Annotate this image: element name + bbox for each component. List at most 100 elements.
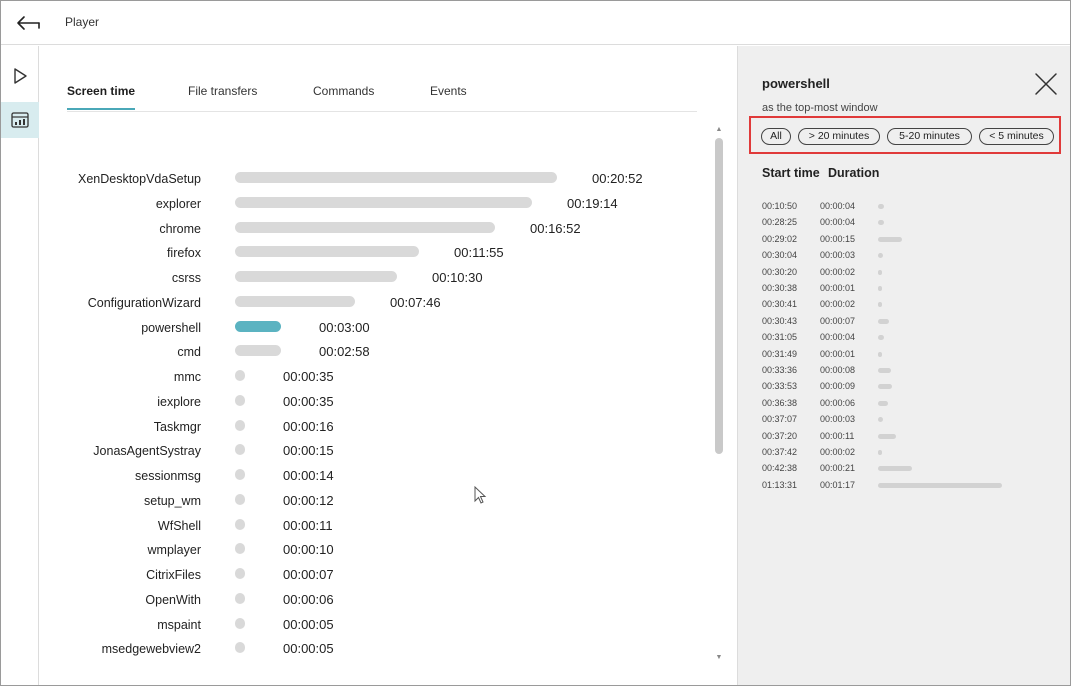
app-row[interactable]: WfShell 00:00:11 bbox=[40, 515, 712, 535]
duration-bar[interactable] bbox=[235, 370, 245, 381]
scroll-thumb[interactable] bbox=[715, 138, 723, 454]
duration-bar[interactable] bbox=[235, 221, 495, 233]
app-row[interactable]: JonasAgentSystray 00:00:15 bbox=[40, 440, 712, 460]
duration-bar[interactable] bbox=[235, 518, 245, 530]
duration-value: 00:00:12 bbox=[283, 492, 334, 508]
duration-value: 00:00:05 bbox=[283, 616, 334, 632]
record-duration: 00:00:06 bbox=[820, 397, 856, 408]
app-row[interactable]: explorer 00:19:14 bbox=[40, 193, 712, 213]
insights-icon bbox=[11, 112, 29, 128]
scroll-up-icon[interactable]: ▲ bbox=[715, 126, 723, 134]
record-row[interactable]: 00:37:42 00:00:02 bbox=[762, 447, 1062, 463]
duration-bar[interactable] bbox=[235, 172, 557, 183]
app-row[interactable]: CitrixFiles 00:00:07 bbox=[40, 564, 712, 584]
record-start-time: 00:10:50 bbox=[762, 201, 798, 211]
app-row[interactable]: sessionmsg 00:00:14 bbox=[40, 465, 712, 485]
record-row[interactable]: 00:33:36 00:00:08 bbox=[762, 365, 1062, 381]
record-duration: 00:00:15 bbox=[820, 233, 856, 244]
record-row[interactable]: 00:33:53 00:00:09 bbox=[762, 381, 1062, 397]
app-row[interactable]: iexplore 00:00:35 bbox=[40, 391, 712, 411]
app-row[interactable]: mspaint 00:00:05 bbox=[40, 614, 712, 634]
tab-screen-time[interactable]: Screen time bbox=[67, 84, 136, 110]
app-name: explorer bbox=[155, 196, 201, 211]
record-duration: 00:00:03 bbox=[820, 250, 856, 261]
record-duration: 00:00:01 bbox=[820, 348, 856, 359]
app-row[interactable]: chrome 00:16:52 bbox=[40, 218, 712, 238]
insights-button[interactable] bbox=[1, 102, 39, 138]
duration-bar[interactable] bbox=[235, 320, 281, 332]
app-row[interactable]: wmplayer 00:00:10 bbox=[40, 539, 712, 559]
record-row[interactable]: 00:29:02 00:00:15 bbox=[762, 234, 1062, 250]
play-button[interactable] bbox=[1, 58, 39, 94]
duration-bar[interactable] bbox=[235, 345, 281, 357]
record-start-time: 00:29:02 bbox=[762, 233, 798, 244]
app-name: cmd bbox=[177, 345, 201, 360]
mouse-cursor-icon bbox=[474, 486, 487, 504]
duration-bar[interactable] bbox=[235, 642, 245, 654]
record-row[interactable]: 00:36:38 00:00:06 bbox=[762, 398, 1062, 414]
panel-subtitle: as the top-most window bbox=[762, 102, 878, 114]
record-row[interactable]: 00:30:41 00:00:02 bbox=[762, 299, 1062, 315]
duration-bar[interactable] bbox=[235, 419, 245, 431]
app-row[interactable]: msedgewebview2 00:00:05 bbox=[40, 638, 712, 658]
duration-bar[interactable] bbox=[235, 394, 245, 406]
app-row[interactable]: OpenWith 00:00:06 bbox=[40, 589, 712, 609]
app-row[interactable]: XenDesktopVdaSetup 00:20:52 bbox=[40, 168, 712, 188]
duration-bar[interactable] bbox=[235, 493, 245, 505]
app-row[interactable]: mmc 00:00:35 bbox=[40, 366, 712, 386]
filter-all-chip[interactable]: All bbox=[761, 128, 791, 145]
record-row[interactable]: 00:31:49 00:00:01 bbox=[762, 349, 1062, 365]
record-row[interactable]: 00:28:25 00:00:04 bbox=[762, 217, 1062, 233]
filter-5-20-min-chip[interactable]: 5-20 minutes bbox=[887, 128, 972, 145]
record-start-time: 00:42:38 bbox=[762, 463, 798, 474]
record-row[interactable]: 01:13:31 00:01:17 bbox=[762, 480, 1062, 496]
duration-bar[interactable] bbox=[235, 617, 245, 629]
duration-bar[interactable] bbox=[235, 469, 245, 480]
record-row[interactable]: 00:10:50 00:00:04 bbox=[762, 201, 1062, 217]
tab-events[interactable]: Events bbox=[430, 84, 467, 108]
app-row[interactable]: powershell 00:03:00 bbox=[40, 317, 712, 337]
scroll-down-icon[interactable]: ▼ bbox=[715, 654, 723, 662]
tab-commands[interactable]: Commands bbox=[313, 84, 374, 108]
app-row[interactable]: cmd 00:02:58 bbox=[40, 341, 712, 361]
filter-over-20-min-chip[interactable]: > 20 minutes bbox=[798, 128, 880, 145]
record-duration: 00:00:03 bbox=[820, 414, 856, 425]
record-duration-bar bbox=[878, 253, 883, 259]
app-row[interactable]: setup_wm 00:00:12 bbox=[40, 490, 712, 510]
close-icon[interactable] bbox=[1034, 72, 1058, 96]
duration-value: 00:00:15 bbox=[283, 443, 334, 459]
record-duration: 00:00:21 bbox=[820, 463, 856, 474]
app-name: powershell bbox=[141, 320, 201, 335]
record-row[interactable]: 00:30:43 00:00:07 bbox=[762, 316, 1062, 332]
duration-bar[interactable] bbox=[235, 592, 245, 604]
screen-time-chart: XenDesktopVdaSetup 00:20:52 explorer 00:19:… bbox=[40, 166, 712, 686]
record-start-time: 00:30:04 bbox=[762, 250, 798, 261]
tab-file-transfers[interactable]: File transfers bbox=[188, 84, 257, 108]
record-row[interactable]: 00:37:07 00:00:03 bbox=[762, 414, 1062, 430]
scrollbar[interactable]: ▲ ▼ bbox=[713, 126, 725, 666]
duration-bar[interactable] bbox=[235, 543, 245, 555]
record-duration-bar bbox=[878, 318, 889, 324]
record-row[interactable]: 00:30:38 00:00:01 bbox=[762, 283, 1062, 299]
record-row[interactable]: 00:42:38 00:00:21 bbox=[762, 463, 1062, 479]
filter-under-5-min-chip[interactable]: < 5 minutes bbox=[979, 128, 1054, 145]
record-row[interactable]: 00:30:04 00:00:03 bbox=[762, 250, 1062, 266]
app-row[interactable]: csrss 00:10:30 bbox=[40, 267, 712, 287]
record-row[interactable]: 00:31:05 00:00:04 bbox=[762, 332, 1062, 348]
record-start-time: 01:13:31 bbox=[762, 479, 798, 490]
record-duration-bar bbox=[878, 384, 892, 390]
duration-bar[interactable] bbox=[235, 444, 245, 456]
record-duration: 00:00:02 bbox=[820, 266, 856, 277]
left-rail bbox=[1, 46, 39, 685]
record-row[interactable]: 00:30:20 00:00:02 bbox=[762, 267, 1062, 283]
back-arrow-icon[interactable] bbox=[15, 13, 43, 33]
app-row[interactable]: firefox 00:11:55 bbox=[40, 242, 712, 262]
app-row[interactable]: Taskmgr 00:00:16 bbox=[40, 416, 712, 436]
app-row[interactable]: ConfigurationWizard 00:07:46 bbox=[40, 292, 712, 312]
duration-bar[interactable] bbox=[235, 568, 245, 579]
record-row[interactable]: 00:37:20 00:00:11 bbox=[762, 431, 1062, 447]
duration-bar[interactable] bbox=[235, 271, 397, 282]
duration-bar[interactable] bbox=[235, 246, 419, 258]
duration-bar[interactable] bbox=[235, 196, 532, 208]
duration-bar[interactable] bbox=[235, 295, 355, 307]
